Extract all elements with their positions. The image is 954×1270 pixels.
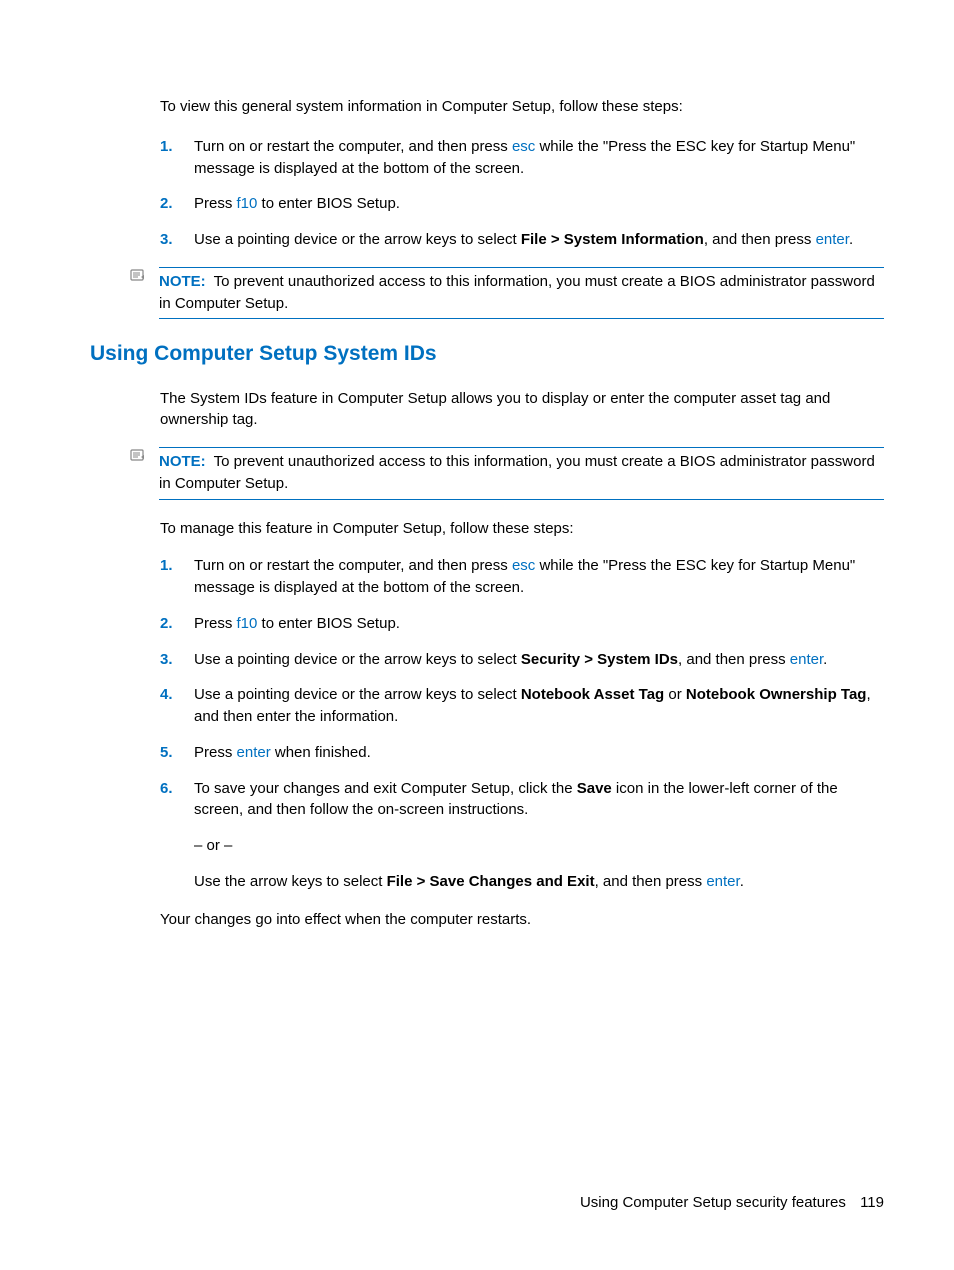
step-number: 1. xyxy=(160,555,194,599)
step-3: 3. Use a pointing device or the arrow ke… xyxy=(160,229,884,251)
note-text: To prevent unauthorized access to this i… xyxy=(159,453,875,492)
section1-intro: To view this general system information … xyxy=(160,96,884,118)
note-icon xyxy=(130,268,146,288)
step-2: 2. Press f10 to enter BIOS Setup. xyxy=(160,193,884,215)
note-label: NOTE: xyxy=(159,273,206,290)
section2-steps: 1. Turn on or restart the computer, and … xyxy=(160,555,884,892)
page-footer: Using Computer Setup security features 1… xyxy=(580,1192,884,1214)
step-content: Use a pointing device or the arrow keys … xyxy=(194,649,884,671)
step-content: Turn on or restart the computer, and the… xyxy=(194,555,884,599)
note-icon xyxy=(130,448,146,468)
step-number: 5. xyxy=(160,742,194,764)
step-content: Turn on or restart the computer, and the… xyxy=(194,136,884,180)
step-content: Use a pointing device or the arrow keys … xyxy=(194,229,884,251)
step-number: 3. xyxy=(160,229,194,251)
step-content: To save your changes and exit Computer S… xyxy=(194,778,884,893)
option-1: Notebook Asset Tag xyxy=(521,686,664,703)
note-block-1: NOTE:To prevent unauthorized access to t… xyxy=(135,267,884,320)
step-number: 2. xyxy=(160,613,194,635)
step-number: 3. xyxy=(160,649,194,671)
step-content: Press f10 to enter BIOS Setup. xyxy=(194,193,884,215)
key-f10: f10 xyxy=(237,615,258,632)
menu-path: File > Save Changes and Exit xyxy=(387,873,595,890)
page-number: 119 xyxy=(860,1194,884,1211)
note-text: To prevent unauthorized access to this i… xyxy=(159,273,875,312)
key-esc: esc xyxy=(512,557,535,574)
menu-path: File > System Information xyxy=(521,231,704,248)
step-content: Press f10 to enter BIOS Setup. xyxy=(194,613,884,635)
key-esc: esc xyxy=(512,138,535,155)
section2-heading: Using Computer Setup System IDs xyxy=(90,339,884,369)
key-enter: enter xyxy=(237,744,271,761)
step-6: 6. To save your changes and exit Compute… xyxy=(160,778,884,893)
step-content: Use a pointing device or the arrow keys … xyxy=(194,684,884,728)
step-3: 3. Use a pointing device or the arrow ke… xyxy=(160,649,884,671)
step-number: 2. xyxy=(160,193,194,215)
key-enter: enter xyxy=(816,231,849,248)
step-1: 1. Turn on or restart the computer, and … xyxy=(160,136,884,180)
section1-steps: 1. Turn on or restart the computer, and … xyxy=(160,136,884,251)
step-number: 4. xyxy=(160,684,194,728)
save-icon-ref: Save xyxy=(577,780,612,797)
step-content: Press enter when finished. xyxy=(194,742,884,764)
step-number: 6. xyxy=(160,778,194,893)
menu-path: Security > System IDs xyxy=(521,651,678,668)
step-number: 1. xyxy=(160,136,194,180)
step-2: 2. Press f10 to enter BIOS Setup. xyxy=(160,613,884,635)
key-f10: f10 xyxy=(237,195,258,212)
or-separator: – or – xyxy=(194,835,884,857)
note-label: NOTE: xyxy=(159,453,206,470)
note-body: NOTE:To prevent unauthorized access to t… xyxy=(159,447,884,500)
section2-outro: Your changes go into effect when the com… xyxy=(160,909,884,931)
step-4: 4. Use a pointing device or the arrow ke… xyxy=(160,684,884,728)
note-body: NOTE:To prevent unauthorized access to t… xyxy=(159,267,884,320)
footer-text: Using Computer Setup security features xyxy=(580,1194,846,1211)
step-1: 1. Turn on or restart the computer, and … xyxy=(160,555,884,599)
section2-intro2: To manage this feature in Computer Setup… xyxy=(160,518,884,540)
option-2: Notebook Ownership Tag xyxy=(686,686,867,703)
note-block-2: NOTE:To prevent unauthorized access to t… xyxy=(135,447,884,500)
key-enter: enter xyxy=(790,651,823,668)
key-enter: enter xyxy=(706,873,739,890)
section2-intro: The System IDs feature in Computer Setup… xyxy=(160,388,884,432)
step-5: 5. Press enter when finished. xyxy=(160,742,884,764)
